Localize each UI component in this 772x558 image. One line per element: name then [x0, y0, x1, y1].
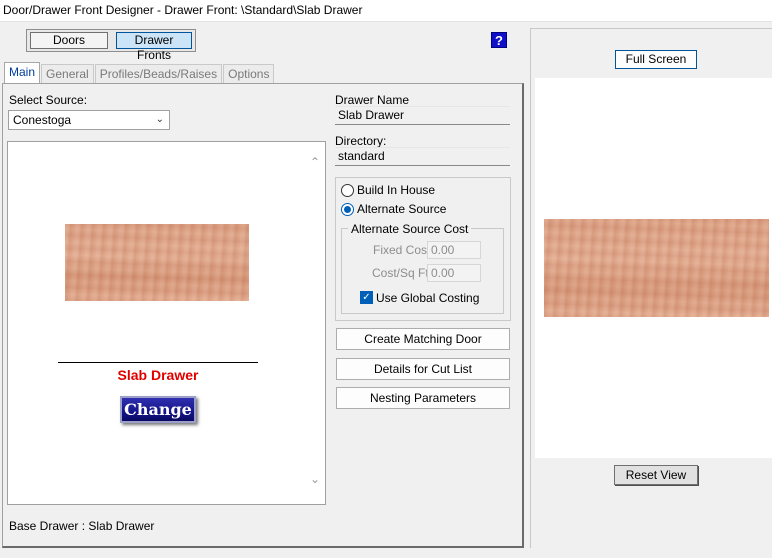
status-text: Base Drawer : Slab Drawer — [9, 519, 155, 533]
cost-sqft-label: Cost/Sq Ft — [372, 266, 429, 280]
scroll-down-icon[interactable]: ⌄ — [310, 472, 320, 486]
build-in-house-radio[interactable] — [341, 184, 354, 197]
use-global-costing-label: Use Global Costing — [376, 291, 480, 305]
tab-main[interactable]: Main — [4, 62, 41, 84]
drawer-name-field[interactable]: Slab Drawer — [335, 106, 510, 125]
build-in-house-label: Build In House — [357, 183, 436, 197]
alternate-source-radio[interactable] — [341, 203, 354, 216]
drawer-name-label: Drawer Name — [335, 93, 410, 107]
directory-field[interactable]: standard — [335, 147, 510, 166]
tab-bar: Main General Profiles/Beads/Raises Optio… — [4, 62, 275, 84]
fixed-cost-field[interactable]: 0.00 — [427, 241, 481, 259]
nesting-parameters-button[interactable]: Nesting Parameters — [336, 387, 510, 409]
create-matching-door-button[interactable]: Create Matching Door — [336, 328, 510, 350]
drawer-fronts-button[interactable]: Drawer Fronts — [116, 32, 192, 62]
alternate-cost-title: Alternate Source Cost — [348, 222, 472, 236]
change-button[interactable]: Change — [120, 396, 196, 423]
divider-line — [58, 362, 258, 363]
tab-profiles-beads-raises[interactable]: Profiles/Beads/Raises — [94, 64, 223, 84]
help-icon[interactable]: ? — [491, 32, 507, 48]
scroll-up-icon[interactable]: ⌃ — [310, 155, 320, 169]
alternate-source-label: Alternate Source — [357, 202, 447, 216]
directory-label: Directory: — [335, 134, 387, 148]
full-screen-button[interactable]: Full Screen — [615, 50, 697, 69]
drawer-image — [65, 224, 249, 301]
chevron-down-icon: ⌄ — [155, 114, 164, 125]
drawer-3d-image — [544, 219, 769, 317]
doors-button[interactable]: Doors — [30, 32, 108, 49]
tab-options[interactable]: Options — [223, 64, 275, 84]
reset-view-button[interactable]: Reset View — [614, 465, 698, 485]
fixed-cost-label: Fixed Cost — [373, 243, 431, 257]
tab-general[interactable]: General — [41, 64, 94, 84]
source-select[interactable]: Conestoga ⌄ — [8, 110, 170, 130]
window-title: Door/Drawer Front Designer - Drawer Fron… — [3, 3, 363, 17]
preview-drawer-name: Slab Drawer — [117, 367, 199, 383]
source-select-value: Conestoga — [13, 113, 72, 127]
cost-sqft-field[interactable]: 0.00 — [427, 264, 481, 282]
details-for-cut-list-button[interactable]: Details for Cut List — [336, 358, 510, 380]
drawer-preview — [7, 141, 326, 505]
select-source-label: Select Source: — [9, 93, 88, 107]
title-bar: Door/Drawer Front Designer - Drawer Fron… — [0, 0, 772, 22]
use-global-costing-checkbox[interactable]: ✓ — [360, 291, 373, 304]
